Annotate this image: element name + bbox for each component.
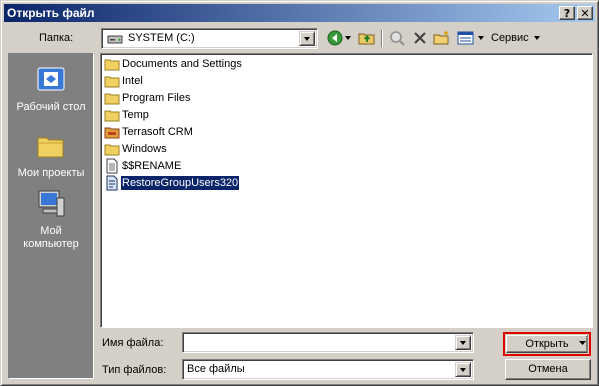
service-dropdown-icon: [533, 36, 540, 41]
folder-icon: [104, 59, 120, 71]
new-folder-icon[interactable]: [433, 30, 451, 46]
open-button-label: Открыть: [525, 338, 569, 350]
filename-label: Имя файла:: [102, 337, 164, 349]
file-name: Intel: [122, 75, 143, 87]
open-button[interactable]: Открыть: [506, 335, 588, 353]
file-name: Temp: [122, 109, 149, 121]
file-name: Terrasoft CRM: [122, 126, 193, 138]
folder-icon: [104, 76, 120, 88]
filetype-select[interactable]: Все файлы: [182, 359, 474, 380]
script-file-icon: [106, 175, 118, 191]
delete-icon[interactable]: [411, 30, 429, 46]
back-dropdown-icon[interactable]: [345, 36, 351, 40]
drive-icon: [107, 35, 123, 44]
folder-value: SYSTEM (C:): [128, 32, 195, 44]
cancel-button[interactable]: Отмена: [505, 359, 591, 380]
file-name: RestoreGroupUsers320: [119, 175, 241, 191]
filename-input[interactable]: [182, 332, 474, 353]
open-button-highlight: Открыть: [503, 332, 591, 356]
views-dropdown-icon[interactable]: [478, 36, 484, 40]
place-my-computer[interactable]: Мой компьютер: [9, 188, 93, 251]
service-menu-label: Сервис: [491, 32, 529, 44]
folder-combo[interactable]: SYSTEM (C:): [101, 28, 318, 49]
places-bar: Рабочий стол Мои проекты Мой компьютер: [8, 53, 94, 379]
help-button[interactable]: ?: [559, 6, 575, 20]
folder-icon: [104, 110, 120, 122]
folder-dropdown-button[interactable]: [299, 31, 315, 46]
folder-icon: [104, 144, 120, 156]
text-file-icon: [106, 158, 118, 174]
toolbar-separator: [381, 30, 383, 47]
file-list[interactable]: Documents and Settings Intel Program Fil…: [100, 53, 593, 328]
filetype-value: Все файлы: [187, 363, 245, 375]
up-folder-icon[interactable]: [358, 30, 376, 46]
place-label: Мой компьютер: [23, 225, 79, 250]
place-desktop[interactable]: Рабочий стол: [9, 64, 93, 114]
file-name: Program Files: [122, 92, 191, 104]
file-name: Windows: [122, 143, 167, 155]
folder-icon: [104, 127, 120, 139]
close-button[interactable]: ✕: [577, 6, 593, 20]
back-icon[interactable]: [326, 30, 344, 46]
search-web-icon[interactable]: [388, 30, 406, 46]
open-split-separator: [587, 335, 588, 353]
desktop-icon: [37, 67, 65, 91]
file-name: $$RENAME: [122, 160, 182, 172]
place-my-projects[interactable]: Мои проекты: [9, 130, 93, 180]
filetype-label: Тип файлов:: [102, 364, 167, 376]
folder-label: Папка:: [39, 32, 74, 44]
open-dropdown-icon[interactable]: [579, 341, 586, 345]
folder-icon: [37, 137, 64, 158]
service-menu[interactable]: Сервис: [491, 32, 540, 44]
window-title: Открыть файл: [7, 6, 95, 20]
views-icon[interactable]: [457, 30, 475, 46]
folder-icon: [104, 93, 120, 105]
place-label: Рабочий стол: [16, 101, 86, 113]
computer-icon: [38, 190, 65, 217]
filetype-dropdown-button[interactable]: [455, 362, 471, 377]
title-bar[interactable]: Открыть файл ? ✕: [4, 4, 595, 22]
filename-dropdown-button[interactable]: [455, 335, 471, 350]
place-label: Мои проекты: [17, 167, 85, 179]
cancel-button-label: Отмена: [528, 363, 568, 375]
open-file-dialog: Открыть файл ? ✕ Папка: SYSTEM (C:) Серв…: [0, 0, 599, 386]
file-name: Documents and Settings: [122, 58, 242, 70]
